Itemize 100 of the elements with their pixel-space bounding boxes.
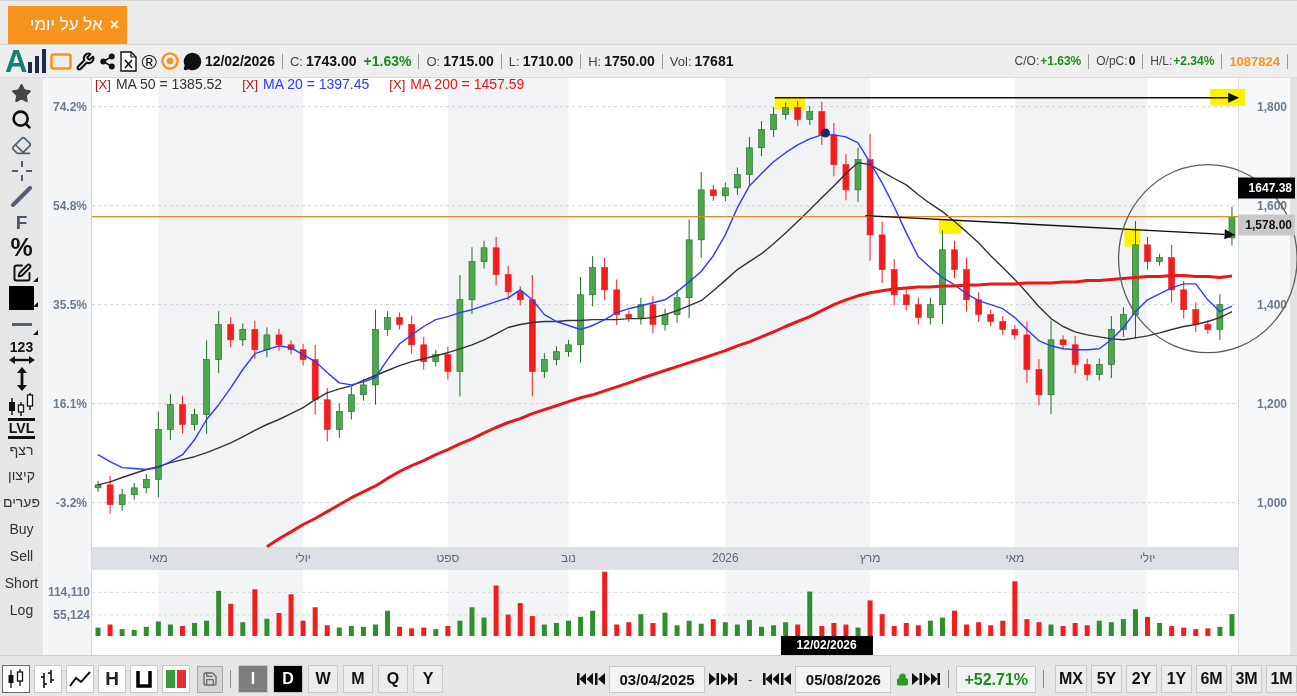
vertical-arrow-icon[interactable] bbox=[16, 366, 27, 391]
period-button[interactable]: Y bbox=[413, 665, 443, 693]
chart-type-button[interactable] bbox=[34, 665, 62, 693]
step-forward-icon[interactable] bbox=[709, 672, 720, 686]
chart-type-button[interactable]: H bbox=[98, 665, 126, 693]
candle bbox=[1168, 244, 1175, 304]
save-button[interactable] bbox=[197, 665, 223, 693]
tool-button[interactable]: רצף bbox=[9, 439, 34, 461]
line-style-icon[interactable] bbox=[11, 322, 32, 326]
edit-icon[interactable] bbox=[11, 262, 32, 283]
tool-button[interactable]: קיצון bbox=[8, 461, 35, 488]
axis-label: מרץ bbox=[859, 552, 881, 565]
candle bbox=[143, 473, 150, 494]
crosshair-icon[interactable] bbox=[11, 160, 32, 181]
bar bbox=[1120, 619, 1126, 636]
bar bbox=[179, 626, 185, 636]
chart-type-button[interactable] bbox=[66, 665, 94, 693]
percent-label: 54.8% bbox=[52, 198, 87, 213]
candle bbox=[420, 336, 428, 371]
tool-button[interactable]: Log bbox=[9, 596, 34, 623]
chart-type-button[interactable] bbox=[130, 665, 158, 693]
level-tool-button[interactable]: LVL bbox=[7, 418, 36, 439]
bar bbox=[831, 622, 837, 636]
date-field[interactable]: 05/08/2026 bbox=[795, 665, 892, 693]
count-value: 1087824 bbox=[1229, 53, 1280, 69]
corner-caret-icon[interactable] bbox=[33, 302, 38, 307]
bar bbox=[155, 621, 161, 636]
candle bbox=[516, 285, 524, 306]
eraser-icon[interactable] bbox=[11, 135, 32, 156]
ratio-value: 0 bbox=[1128, 54, 1136, 68]
bar bbox=[505, 614, 511, 636]
range-button[interactable]: 6M bbox=[1196, 665, 1227, 693]
candle bbox=[360, 378, 367, 402]
stat-value: 1743.00 bbox=[305, 53, 357, 69]
step-back-icon[interactable] bbox=[595, 672, 606, 686]
bar bbox=[481, 617, 487, 636]
tool-button[interactable]: Buy bbox=[9, 515, 34, 542]
spreadsheet-file-icon[interactable] bbox=[120, 50, 138, 72]
candle bbox=[927, 297, 934, 325]
candle bbox=[673, 289, 681, 323]
skip-to-end-icon[interactable] bbox=[924, 672, 941, 686]
speech-bubble-icon[interactable] bbox=[182, 51, 202, 71]
bar bbox=[216, 590, 222, 636]
bar bbox=[348, 626, 354, 636]
bar bbox=[529, 616, 535, 636]
bar bbox=[1024, 619, 1030, 636]
candle bbox=[1011, 324, 1019, 340]
line-tool-icon[interactable] bbox=[11, 185, 32, 207]
step-forward-icon[interactable] bbox=[912, 672, 923, 686]
chart-type-button[interactable] bbox=[2, 665, 30, 693]
range-button[interactable]: MX bbox=[1055, 665, 1087, 693]
search-icon[interactable] bbox=[11, 109, 32, 130]
candle bbox=[251, 320, 259, 360]
range-button[interactable]: 1Y bbox=[1161, 665, 1192, 693]
period-button[interactable]: D bbox=[273, 665, 303, 693]
tool-button[interactable]: Sell bbox=[9, 542, 34, 569]
date-field[interactable]: 03/04/2025 bbox=[609, 665, 706, 693]
period-button[interactable]: M bbox=[343, 665, 373, 693]
axis-label: 1,200 bbox=[1256, 396, 1287, 411]
tool-button[interactable]: Short bbox=[4, 569, 39, 596]
skip-to-end-icon[interactable] bbox=[721, 672, 738, 686]
period-button[interactable]: Q bbox=[378, 665, 408, 693]
remove-series-button[interactable]: [X] bbox=[242, 77, 259, 92]
axis-label: מאי bbox=[1005, 552, 1025, 565]
color-swatch-icon[interactable] bbox=[9, 285, 34, 310]
registered-mark[interactable]: ® bbox=[141, 50, 157, 72]
period-button[interactable]: W bbox=[308, 665, 338, 693]
star-icon[interactable] bbox=[11, 82, 32, 104]
skip-to-start-icon[interactable] bbox=[763, 672, 780, 686]
digits-tool-button[interactable]: 123 bbox=[8, 338, 35, 366]
remove-series-button[interactable]: [X] bbox=[95, 77, 111, 92]
bar bbox=[903, 622, 909, 636]
wrench-icon[interactable] bbox=[76, 51, 96, 71]
bar bbox=[1084, 625, 1090, 636]
range-button[interactable]: 3M bbox=[1231, 665, 1262, 693]
candles-icon[interactable] bbox=[8, 392, 35, 416]
bar bbox=[1229, 614, 1235, 636]
range-button[interactable]: 1M bbox=[1266, 665, 1297, 693]
axis-label: 2026 bbox=[711, 552, 739, 565]
remove-series-button[interactable]: [X] bbox=[389, 77, 406, 92]
candle bbox=[963, 257, 970, 313]
bar bbox=[541, 624, 547, 636]
candle bbox=[263, 326, 271, 358]
tool-button[interactable]: % bbox=[10, 235, 33, 260]
share-icon[interactable] bbox=[99, 52, 117, 70]
stat-value: 1715.00 bbox=[443, 53, 494, 69]
tool-button[interactable]: F bbox=[15, 209, 28, 235]
bar bbox=[131, 629, 137, 636]
corner-caret-icon[interactable] bbox=[33, 330, 38, 335]
candle bbox=[1059, 334, 1067, 350]
tool-button[interactable]: פערים bbox=[3, 488, 40, 515]
candle bbox=[915, 297, 922, 325]
step-back-icon[interactable] bbox=[781, 672, 792, 686]
candle bbox=[842, 153, 850, 201]
corner-caret-icon[interactable] bbox=[33, 277, 38, 282]
range-button[interactable]: 2Y bbox=[1126, 665, 1157, 693]
range-button[interactable]: 5Y bbox=[1091, 665, 1122, 693]
skip-to-start-icon[interactable] bbox=[577, 672, 594, 686]
axis-label: 1,000 bbox=[1256, 495, 1287, 510]
axis-label: יולי bbox=[295, 552, 311, 565]
